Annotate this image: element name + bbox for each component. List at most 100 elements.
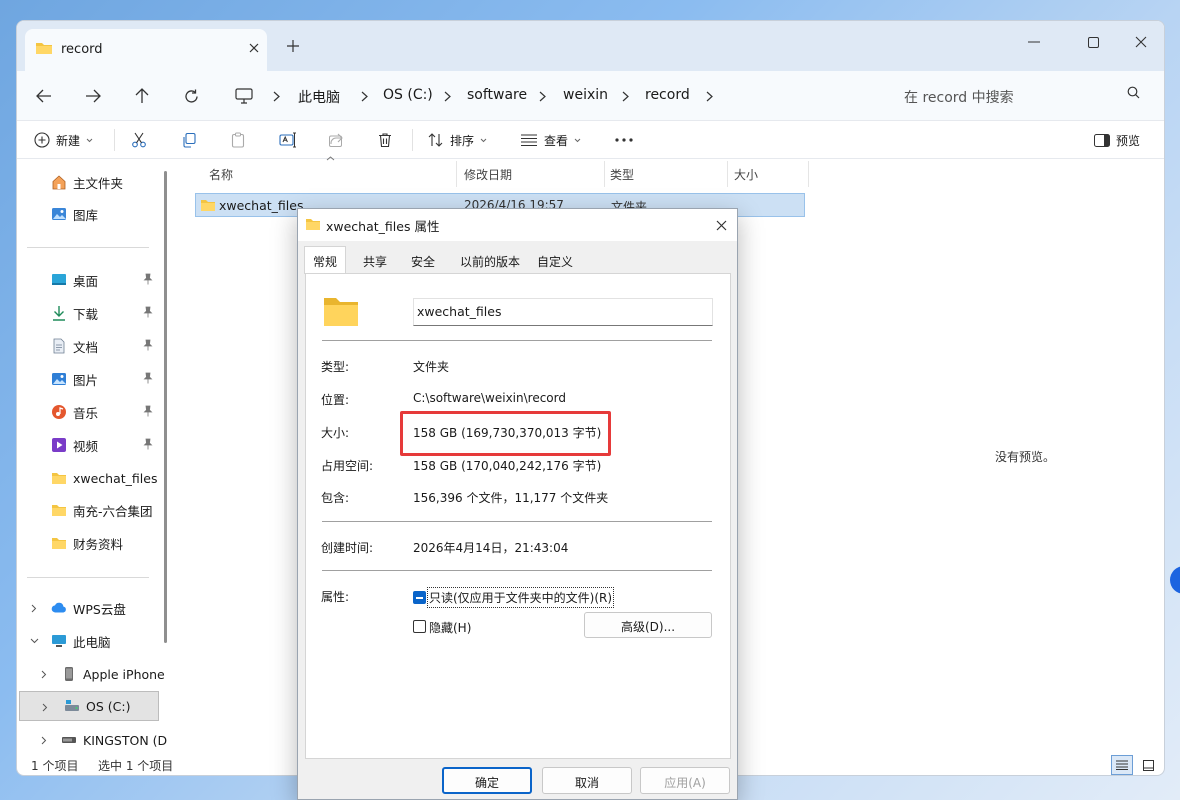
location-label: 位置:	[321, 393, 350, 407]
tab-sharing[interactable]: 共享	[363, 249, 387, 273]
new-tab-icon[interactable]	[283, 36, 303, 56]
paste-icon[interactable]	[230, 126, 246, 154]
refresh-icon[interactable]	[179, 84, 203, 108]
drive-icon	[64, 698, 80, 714]
more-options-icon[interactable]	[615, 126, 633, 154]
pin-icon[interactable]	[143, 372, 153, 384]
folder-icon	[305, 217, 321, 231]
close-dialog-icon[interactable]	[712, 216, 730, 234]
copy-icon[interactable]	[181, 126, 197, 154]
ok-button[interactable]: 确定	[442, 767, 532, 794]
forward-arrow-icon[interactable]	[81, 84, 105, 108]
pin-icon[interactable]	[143, 306, 153, 318]
column-header-type[interactable]: 类型	[610, 166, 634, 183]
tab-customize[interactable]: 自定义	[537, 249, 573, 273]
column-divider[interactable]	[727, 161, 728, 187]
chevron-right-icon[interactable]	[618, 88, 632, 104]
chevron-right-icon[interactable]	[39, 669, 49, 679]
chevron-right-icon[interactable]	[39, 735, 49, 745]
pin-icon[interactable]	[143, 438, 153, 450]
sidebar-item-finance[interactable]: 财务资料	[17, 528, 167, 558]
breadcrumb-record[interactable]: record	[645, 87, 690, 103]
close-window-icon[interactable]	[1130, 31, 1152, 53]
sort-button[interactable]: 排序	[428, 126, 487, 154]
breadcrumb-os-c[interactable]: OS (C:)	[383, 87, 433, 103]
tab-record[interactable]: record	[25, 29, 267, 71]
sidebar-item-this-pc[interactable]: 此电脑	[17, 626, 167, 656]
created-label: 创建时间:	[321, 541, 374, 555]
sidebar-item-os-c[interactable]: OS (C:)	[19, 691, 159, 721]
hidden-checkbox[interactable]	[413, 620, 426, 633]
chevron-right-icon[interactable]	[357, 88, 371, 104]
dialog-titlebar[interactable]: xwechat_files 属性	[298, 209, 737, 241]
view-button[interactable]: 查看	[520, 126, 581, 154]
this-pc-icon[interactable]	[232, 84, 256, 108]
cut-icon[interactable]	[131, 126, 147, 154]
folder-name-field[interactable]: xwechat_files	[413, 298, 713, 326]
sidebar-item-apple-iphone[interactable]: Apple iPhone	[17, 659, 167, 689]
maximize-icon[interactable]	[1082, 31, 1104, 53]
tab-general[interactable]: 常规	[304, 246, 346, 274]
sidebar-item-pictures[interactable]: 图片	[17, 364, 167, 394]
tiles-view-icon[interactable]	[1137, 755, 1159, 775]
up-arrow-icon[interactable]	[130, 84, 154, 108]
back-arrow-icon[interactable]	[32, 84, 56, 108]
search-icon[interactable]	[1127, 86, 1140, 99]
new-button[interactable]: 新建	[34, 126, 93, 154]
sidebar-item-gallery[interactable]: 图库	[17, 199, 167, 229]
advanced-button[interactable]: 高级(D)...	[584, 612, 712, 638]
rename-icon[interactable]	[279, 126, 297, 154]
sidebar-item-label: 图库	[73, 207, 99, 223]
chevron-down-icon	[574, 138, 581, 143]
readonly-label[interactable]: 只读(仅应用于文件夹中的文件)(R)	[426, 587, 615, 608]
column-divider[interactable]	[456, 161, 457, 187]
chevron-right-icon[interactable]	[535, 88, 549, 104]
delete-icon[interactable]	[377, 126, 393, 154]
readonly-checkbox[interactable]	[413, 591, 426, 604]
apply-button[interactable]: 应用(A)	[640, 767, 730, 794]
share-icon[interactable]	[328, 126, 344, 154]
sidebar-item-wps-cloud[interactable]: WPS云盘	[17, 593, 167, 623]
chevron-right-icon[interactable]	[269, 88, 283, 104]
tab-previous-versions[interactable]: 以前的版本	[460, 249, 520, 273]
column-header-size[interactable]: 大小	[734, 166, 758, 183]
column-divider[interactable]	[604, 161, 605, 187]
preview-pane-icon	[1094, 133, 1110, 147]
details-view-icon[interactable]	[1111, 755, 1133, 775]
chevron-right-icon[interactable]	[702, 88, 716, 104]
chevron-right-icon[interactable]	[440, 88, 454, 104]
sidebar-item-label: 南充-六合集团	[73, 503, 153, 519]
breadcrumb-weixin[interactable]: weixin	[563, 87, 608, 103]
pin-icon[interactable]	[143, 339, 153, 351]
chevron-right-icon[interactable]	[40, 702, 50, 712]
hidden-label[interactable]: 隐藏(H)	[429, 619, 471, 636]
sidebar-scrollbar[interactable]	[164, 171, 167, 643]
sidebar-item-desktop[interactable]: 桌面	[17, 265, 167, 295]
preview-pane-button[interactable]: 预览	[1094, 126, 1140, 154]
sidebar-item-home[interactable]: 主文件夹	[17, 167, 167, 197]
pin-icon[interactable]	[143, 405, 153, 417]
chevron-down-icon[interactable]	[29, 636, 39, 646]
cancel-button[interactable]: 取消	[542, 767, 632, 794]
sidebar-item-documents[interactable]: 文档	[17, 331, 167, 361]
sidebar-item-videos[interactable]: 视频	[17, 430, 167, 460]
sort-ascending-icon	[326, 156, 335, 161]
close-tab-icon[interactable]	[245, 39, 263, 57]
sidebar-item-downloads[interactable]: 下载	[17, 298, 167, 328]
pin-icon[interactable]	[143, 273, 153, 285]
sidebar-item-xwechat-files[interactable]: xwechat_files	[17, 463, 167, 493]
breadcrumb-software[interactable]: software	[467, 87, 527, 103]
breadcrumb-this-pc[interactable]: 此电脑	[298, 87, 340, 107]
chevron-right-icon[interactable]	[29, 603, 39, 613]
search-box[interactable]: 在 record 中搜索	[889, 77, 1164, 115]
column-divider[interactable]	[808, 161, 809, 187]
tab-security[interactable]: 安全	[411, 249, 435, 273]
sidebar-item-kingston-d[interactable]: KINGSTON (D	[17, 725, 167, 755]
edge-handle[interactable]	[1170, 566, 1180, 594]
minimize-icon[interactable]	[1023, 31, 1045, 53]
column-header-date[interactable]: 修改日期	[464, 166, 512, 183]
column-header-name[interactable]: 名称	[209, 166, 233, 183]
sidebar-item-nanchong-group[interactable]: 南充-六合集团	[17, 495, 167, 525]
pictures-icon	[51, 371, 67, 387]
sidebar-item-music[interactable]: 音乐	[17, 397, 167, 427]
